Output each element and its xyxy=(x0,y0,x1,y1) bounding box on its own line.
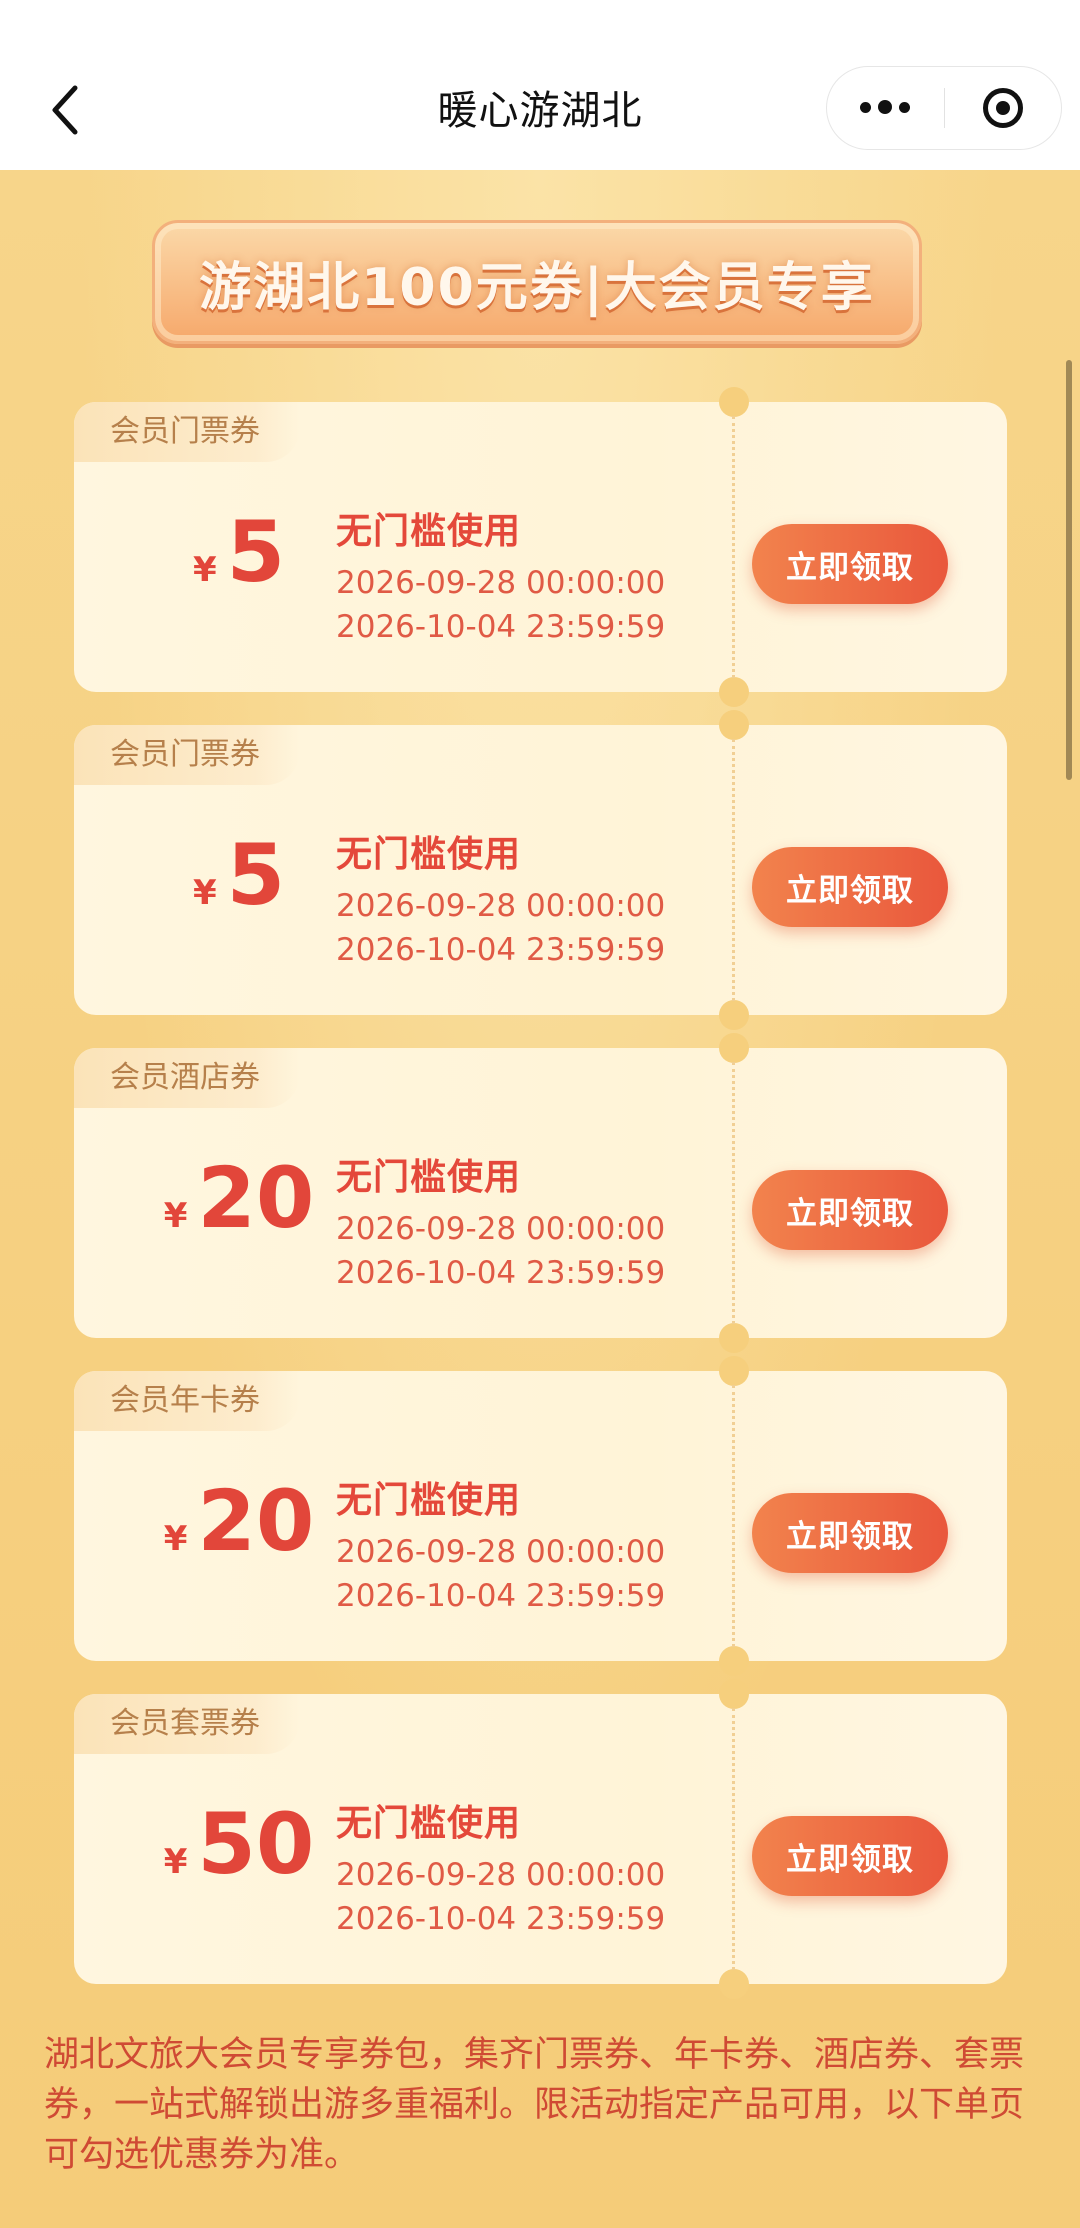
more-dots-icon xyxy=(860,100,911,115)
ticket-notch xyxy=(719,710,749,740)
claim-button[interactable]: 立即领取 xyxy=(752,524,948,604)
perforation-line xyxy=(732,1062,735,1324)
coupon-type-tag: 会员门票券 xyxy=(74,725,300,785)
amount-value: 5 xyxy=(226,826,286,924)
coupon-amount: ¥ 5 xyxy=(114,833,364,917)
ticket-notch xyxy=(719,677,749,707)
coupon-amount: ¥ 5 xyxy=(114,510,364,594)
banner-title: 游湖北100元券|大会员专享 xyxy=(199,257,875,318)
valid-end: 2026-10-04 23:59:59 xyxy=(336,1578,666,1614)
coupon-type-tag: 会员套票券 xyxy=(74,1694,300,1754)
coupon-info: 无门槛使用 2026-09-28 00:00:00 2026-10-04 23:… xyxy=(336,1471,665,1613)
coupon-info: 无门槛使用 2026-09-28 00:00:00 2026-10-04 23:… xyxy=(336,502,665,644)
currency-symbol: ¥ xyxy=(163,1196,188,1236)
claim-button[interactable]: 立即领取 xyxy=(752,1816,948,1896)
coupon-info: 无门槛使用 2026-09-28 00:00:00 2026-10-04 23:… xyxy=(336,825,665,967)
coupon-type-tag: 会员门票券 xyxy=(74,402,300,462)
coupon-page: 游湖北100元券|大会员专享 会员门票券 ¥ 5 无门槛使用 2026-09-2… xyxy=(0,170,1080,2228)
coupon-type-tag: 会员酒店券 xyxy=(74,1048,300,1108)
amount-value: 20 xyxy=(197,1149,315,1247)
ticket-notch xyxy=(719,1646,749,1676)
currency-symbol: ¥ xyxy=(192,873,217,913)
more-button[interactable] xyxy=(827,67,944,149)
mini-program-capsule xyxy=(826,66,1062,150)
usage-rule: 无门槛使用 xyxy=(336,1480,522,1521)
top-navigation-bar: 暖心游湖北 xyxy=(0,0,1080,170)
currency-symbol: ¥ xyxy=(163,1842,188,1882)
valid-end: 2026-10-04 23:59:59 xyxy=(336,1901,666,1937)
perforation-line xyxy=(732,1708,735,1970)
coupon-amount: ¥ 50 xyxy=(114,1802,364,1886)
coupon-card: 会员门票券 ¥ 5 无门槛使用 2026-09-28 00:00:00 2026… xyxy=(74,387,1007,707)
claim-button[interactable]: 立即领取 xyxy=(752,847,948,927)
target-circle-icon xyxy=(982,88,1023,128)
valid-start: 2026-09-28 00:00:00 xyxy=(336,1857,666,1893)
usage-rule: 无门槛使用 xyxy=(336,1157,522,1198)
scrollbar[interactable] xyxy=(1066,360,1072,780)
coupon-card: 会员年卡券 ¥ 20 无门槛使用 2026-09-28 00:00:00 202… xyxy=(74,1356,1007,1676)
ticket-notch xyxy=(719,1033,749,1063)
claim-button[interactable]: 立即领取 xyxy=(752,1493,948,1573)
ticket-notch xyxy=(719,1969,749,1999)
claim-button[interactable]: 立即领取 xyxy=(752,1170,948,1250)
amount-value: 20 xyxy=(197,1472,315,1570)
usage-rule: 无门槛使用 xyxy=(336,834,522,875)
valid-start: 2026-09-28 00:00:00 xyxy=(336,1211,666,1247)
perforation-line xyxy=(732,739,735,1001)
currency-symbol: ¥ xyxy=(163,1519,188,1559)
coupon-description: 湖北文旅大会员专享券包，集齐门票券、年卡券、酒店券、套票券，一站式解锁出游多重福… xyxy=(44,2035,1025,2175)
valid-start: 2026-09-28 00:00:00 xyxy=(336,565,666,601)
coupon-card: 会员酒店券 ¥ 20 无门槛使用 2026-09-28 00:00:00 202… xyxy=(74,1033,1007,1353)
coupon-amount: ¥ 20 xyxy=(114,1479,364,1563)
ticket-notch xyxy=(719,1323,749,1353)
currency-symbol: ¥ xyxy=(192,550,217,590)
coupon-card: 会员门票券 ¥ 5 无门槛使用 2026-09-28 00:00:00 2026… xyxy=(74,710,1007,1030)
coupon-amount: ¥ 20 xyxy=(114,1156,364,1240)
coupon-card: 会员套票券 ¥ 50 无门槛使用 2026-09-28 00:00:00 202… xyxy=(74,1679,1007,1999)
usage-rule: 无门槛使用 xyxy=(336,511,522,552)
valid-start: 2026-09-28 00:00:00 xyxy=(336,1534,666,1570)
coupon-info: 无门槛使用 2026-09-28 00:00:00 2026-10-04 23:… xyxy=(336,1794,665,1936)
amount-value: 5 xyxy=(226,503,286,601)
coupon-type-tag: 会员年卡券 xyxy=(74,1371,300,1431)
coupon-info: 无门槛使用 2026-09-28 00:00:00 2026-10-04 23:… xyxy=(336,1148,665,1290)
ticket-notch xyxy=(719,387,749,417)
ticket-notch xyxy=(719,1000,749,1030)
perforation-line xyxy=(732,416,735,678)
valid-end: 2026-10-04 23:59:59 xyxy=(336,932,666,968)
amount-value: 50 xyxy=(197,1795,315,1893)
valid-end: 2026-10-04 23:59:59 xyxy=(336,609,666,645)
valid-start: 2026-09-28 00:00:00 xyxy=(336,888,666,924)
ticket-notch xyxy=(719,1679,749,1709)
valid-end: 2026-10-04 23:59:59 xyxy=(336,1255,666,1291)
ticket-notch xyxy=(719,1356,749,1386)
usage-rule: 无门槛使用 xyxy=(336,1803,522,1844)
promo-banner: 游湖北100元券|大会员专享 xyxy=(152,220,922,344)
close-miniprogram-button[interactable] xyxy=(945,67,1062,149)
perforation-line xyxy=(732,1385,735,1647)
